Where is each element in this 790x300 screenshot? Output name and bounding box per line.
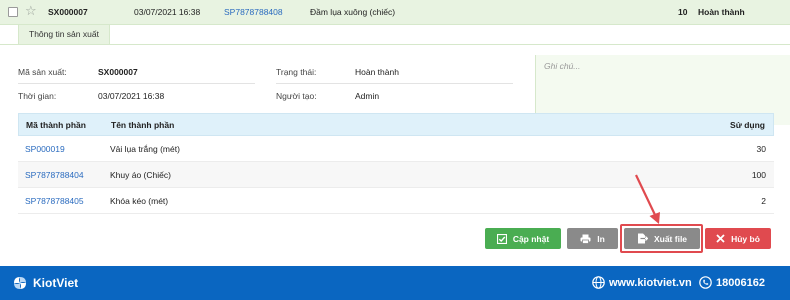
creator-value: Admin bbox=[355, 91, 380, 101]
footer-bar: KiotViet www.kiotviet.vn 18006162 bbox=[0, 266, 790, 300]
update-label: Cập nhật bbox=[512, 233, 550, 244]
kiotviet-logo: KiotViet bbox=[12, 275, 78, 291]
component-usage: 30 bbox=[756, 144, 766, 154]
row-time: 03/07/2021 16:38 bbox=[134, 7, 201, 17]
printer-icon bbox=[580, 234, 591, 244]
time-label: Thời gian: bbox=[18, 91, 57, 101]
component-name: Khóa kéo (mét) bbox=[110, 196, 169, 206]
globe-icon bbox=[592, 276, 605, 289]
detail-panel: Thông tin sản xuất Mã sản xuất: SX000007… bbox=[0, 25, 790, 266]
row-product-name: Đầm lụa xuông (chiếc) bbox=[310, 7, 396, 17]
close-icon bbox=[716, 234, 725, 243]
creator-label: Người tạo: bbox=[276, 91, 317, 101]
export-label: Xuất file bbox=[653, 233, 688, 244]
time-value: 03/07/2021 16:38 bbox=[98, 91, 165, 101]
row-product-code[interactable]: SP7878788408 bbox=[224, 7, 283, 18]
component-code[interactable]: SP7878788405 bbox=[25, 196, 84, 207]
kiotviet-logo-icon bbox=[14, 277, 26, 289]
table-header: Mã thành phần Tên thành phần Sử dụng bbox=[18, 113, 774, 136]
status-value: Hoàn thành bbox=[355, 67, 399, 77]
brand-name: KiotViet bbox=[33, 276, 79, 290]
row-quantity: 10 bbox=[678, 7, 688, 17]
production-order-row[interactable]: ☆ SX000007 03/07/2021 16:38 SP7878788408… bbox=[0, 0, 790, 25]
component-name: Khuy áo (Chiếc) bbox=[110, 170, 171, 180]
annotation-arrow-icon bbox=[635, 174, 660, 224]
divider bbox=[276, 83, 513, 84]
footer-phone[interactable]: 18006162 bbox=[699, 276, 765, 289]
row-status: Hoàn thành bbox=[698, 7, 745, 17]
tab-divider bbox=[0, 44, 790, 45]
star-icon[interactable]: ☆ bbox=[25, 4, 37, 18]
tab-production-info[interactable]: Thông tin sản xuất bbox=[18, 25, 110, 45]
cancel-label: Hủy bỏ bbox=[731, 233, 760, 244]
row-code: SX000007 bbox=[48, 7, 88, 17]
phone-icon bbox=[699, 276, 712, 289]
row-checkbox[interactable] bbox=[8, 7, 18, 17]
component-name: Vải lụa trắng (mét) bbox=[110, 144, 180, 154]
phone-text: 18006162 bbox=[716, 276, 765, 289]
header-usage: Sử dụng bbox=[730, 120, 765, 130]
table-row: SP000019 Vải lụa trắng (mét) 30 bbox=[18, 136, 774, 162]
header-code: Mã thành phần bbox=[26, 120, 86, 130]
code-label: Mã sản xuất: bbox=[18, 67, 67, 77]
export-file-button[interactable]: Xuất file bbox=[624, 228, 700, 249]
component-code[interactable]: SP000019 bbox=[25, 144, 65, 155]
header-name: Tên thành phần bbox=[111, 120, 175, 130]
file-export-icon bbox=[637, 233, 648, 244]
component-usage: 100 bbox=[751, 170, 766, 180]
checkbox-icon bbox=[496, 233, 507, 244]
print-label: In bbox=[597, 233, 605, 244]
footer-website[interactable]: www.kiotviet.vn bbox=[592, 276, 692, 289]
code-value: SX000007 bbox=[98, 67, 138, 77]
component-usage: 2 bbox=[761, 196, 766, 206]
divider bbox=[18, 83, 255, 84]
update-button[interactable]: Cập nhật bbox=[485, 228, 561, 249]
print-button[interactable]: In bbox=[567, 228, 618, 249]
component-code[interactable]: SP7878788404 bbox=[25, 170, 84, 181]
website-text: www.kiotviet.vn bbox=[609, 276, 692, 289]
status-label: Trạng thái: bbox=[276, 67, 317, 77]
cancel-button[interactable]: Hủy bỏ bbox=[705, 228, 771, 249]
